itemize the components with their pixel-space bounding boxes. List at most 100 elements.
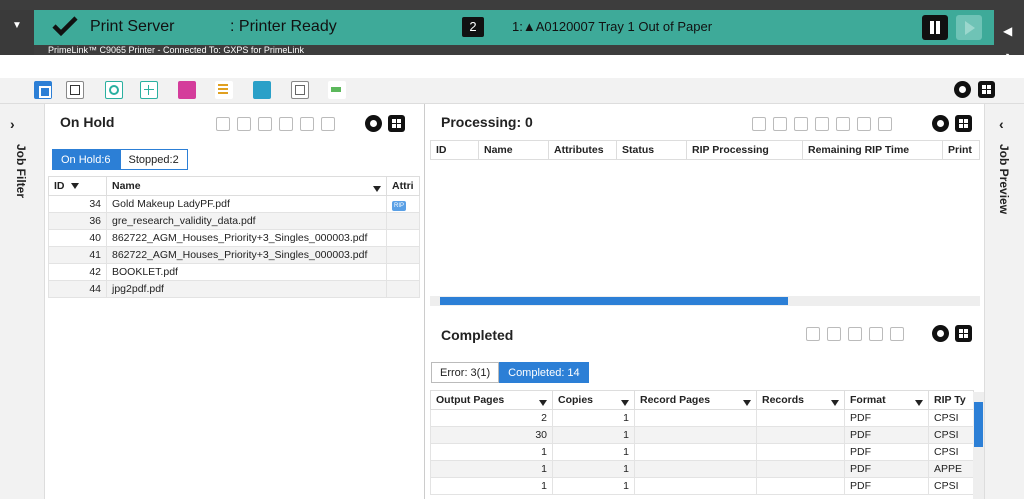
column-rip-processing[interactable]: RIP Processing — [686, 140, 803, 160]
move-down-icon — [836, 117, 850, 131]
chevron-down-icon[interactable]: ❯ — [1004, 52, 1014, 66]
table-row[interactable]: 44 jpg2pdf.pdf — [48, 280, 420, 298]
table-row[interactable]: 1 1 PDF CPSI — [430, 443, 974, 461]
processing-table: ID Name Attributes Status RIP Processing… — [430, 140, 980, 160]
table-row[interactable]: 41 862722_AGM_Houses_Priority+3_Singles_0… — [48, 246, 420, 264]
scroll-thumb[interactable] — [974, 402, 983, 447]
gear-icon[interactable] — [954, 81, 971, 98]
completed-title: Completed — [441, 327, 514, 343]
play-button[interactable] — [956, 15, 982, 40]
printer-view-icon[interactable] — [34, 81, 52, 99]
processing-title: Processing: 0 — [441, 114, 533, 130]
column-format[interactable]: Format — [844, 390, 929, 410]
filter-icon[interactable] — [621, 400, 629, 406]
tab-completed[interactable]: Completed: 14 — [499, 362, 589, 383]
filter-icon[interactable] — [539, 400, 547, 406]
tab-error[interactable]: Error: 3(1) — [431, 362, 500, 383]
column-records[interactable]: Records — [756, 390, 845, 410]
chevron-left-icon[interactable]: ‹ — [999, 116, 1004, 132]
table-row[interactable]: 42 BOOKLET.pdf — [48, 263, 420, 281]
filter-icon[interactable] — [70, 183, 79, 190]
refresh-icon[interactable] — [105, 81, 123, 99]
table-row[interactable]: 2 1 PDF CPSI — [430, 409, 974, 427]
column-status[interactable]: Status — [616, 140, 687, 160]
color-profile-icon[interactable] — [178, 81, 196, 99]
grid-icon[interactable] — [388, 115, 405, 132]
gear-icon[interactable] — [932, 325, 949, 342]
column-rip-type[interactable]: RIP Ty — [928, 390, 974, 410]
alert-message[interactable]: 1:▲A0120007 Tray 1 Out of Paper — [512, 19, 712, 34]
list-icon[interactable] — [215, 81, 233, 99]
table-row[interactable]: 40 862722_AGM_Houses_Priority+3_Singles_0… — [48, 229, 420, 247]
vertical-scrollbar[interactable] — [973, 392, 984, 499]
column-remaining-rip-time[interactable]: Remaining RIP Time — [802, 140, 943, 160]
queue-icon[interactable] — [253, 81, 271, 99]
job-import-icon[interactable] — [66, 81, 84, 99]
column-id[interactable]: ID — [48, 176, 107, 196]
delete-icon — [869, 327, 883, 341]
properties-icon — [878, 117, 892, 131]
delete-icon — [300, 117, 314, 131]
column-attributes[interactable]: Attri — [386, 176, 420, 196]
column-print[interactable]: Print — [942, 140, 980, 160]
completed-table: Output Pages Copies Record Pages Records… — [430, 390, 974, 495]
table-view-icon[interactable] — [140, 81, 158, 99]
gear-icon[interactable] — [365, 115, 382, 132]
tab-on-hold[interactable]: On Hold:6 — [52, 149, 120, 170]
scroll-thumb[interactable] — [440, 297, 788, 305]
status-bar: Print Server : Printer Ready 2 1:▲A01200… — [34, 10, 994, 45]
filter-icon[interactable] — [831, 400, 839, 406]
job-preview-label: Job Preview — [997, 144, 1011, 215]
table-row[interactable]: 30 1 PDF CPSI — [430, 426, 974, 444]
gear-icon[interactable] — [932, 115, 949, 132]
delete-icon — [857, 117, 871, 131]
alert-count-badge[interactable]: 2 — [462, 17, 484, 37]
status-icon[interactable] — [328, 81, 346, 99]
horizontal-scrollbar[interactable] — [430, 296, 980, 306]
pause-button[interactable] — [922, 15, 948, 40]
tab-stopped[interactable]: Stopped:2 — [119, 149, 188, 170]
copy-icon — [773, 117, 787, 131]
grid-icon[interactable] — [955, 115, 972, 132]
expand-left-icon[interactable]: ◀ — [1003, 24, 1012, 38]
status-title: Print Server — [90, 18, 175, 35]
table-row[interactable]: 1 1 PDF CPSI — [430, 477, 974, 495]
status-state: : Printer Ready — [230, 18, 337, 35]
job-preview-panel[interactable]: ‹ Job Preview — [984, 104, 1024, 499]
filter-icon[interactable] — [915, 400, 923, 406]
column-copies[interactable]: Copies — [552, 390, 635, 410]
on-hold-title: On Hold — [60, 114, 115, 130]
properties-icon — [321, 117, 335, 131]
column-attributes[interactable]: Attributes — [548, 140, 617, 160]
copy-icon — [827, 327, 841, 341]
properties-icon — [890, 327, 904, 341]
undo-icon — [752, 117, 766, 131]
filter-icon[interactable] — [373, 186, 381, 192]
toolbar — [0, 78, 1024, 104]
on-hold-table: ID Name Attri 34 Gold Makeup LadyPF.pdf RI… — [48, 176, 420, 298]
job-filter-panel[interactable]: › Job Filter — [0, 104, 45, 499]
column-output-pages[interactable]: Output Pages — [430, 390, 553, 410]
duplicate-icon — [258, 117, 272, 131]
table-row[interactable]: 1 1 PDF APPE — [430, 460, 974, 478]
column-record-pages[interactable]: Record Pages — [634, 390, 757, 410]
on-hold-tabs: On Hold:6 Stopped:2 — [52, 149, 188, 170]
rip-badge: RIP — [392, 200, 406, 211]
table-row[interactable]: 34 Gold Makeup LadyPF.pdf RIP — [48, 195, 420, 213]
panel-splitter[interactable] — [424, 104, 425, 499]
filter-icon[interactable] — [743, 400, 751, 406]
printer-connection-label: PrimeLink™ C9065 Printer - Connected To:… — [48, 45, 304, 55]
menu-icon[interactable]: ▼ — [0, 10, 34, 55]
move-up-icon — [815, 117, 829, 131]
column-name[interactable]: Name — [106, 176, 387, 196]
column-name[interactable]: Name — [478, 140, 549, 160]
play-icon — [806, 327, 820, 341]
check-icon — [52, 16, 78, 37]
table-row[interactable]: 36 gre_research_validity_data.pdf — [48, 212, 420, 230]
document-icon[interactable] — [291, 81, 309, 99]
print-icon — [279, 117, 293, 131]
column-id[interactable]: ID — [430, 140, 479, 160]
grid-icon[interactable] — [955, 325, 972, 342]
chevron-right-icon[interactable]: › — [10, 116, 15, 132]
grid-icon[interactable] — [978, 81, 995, 98]
